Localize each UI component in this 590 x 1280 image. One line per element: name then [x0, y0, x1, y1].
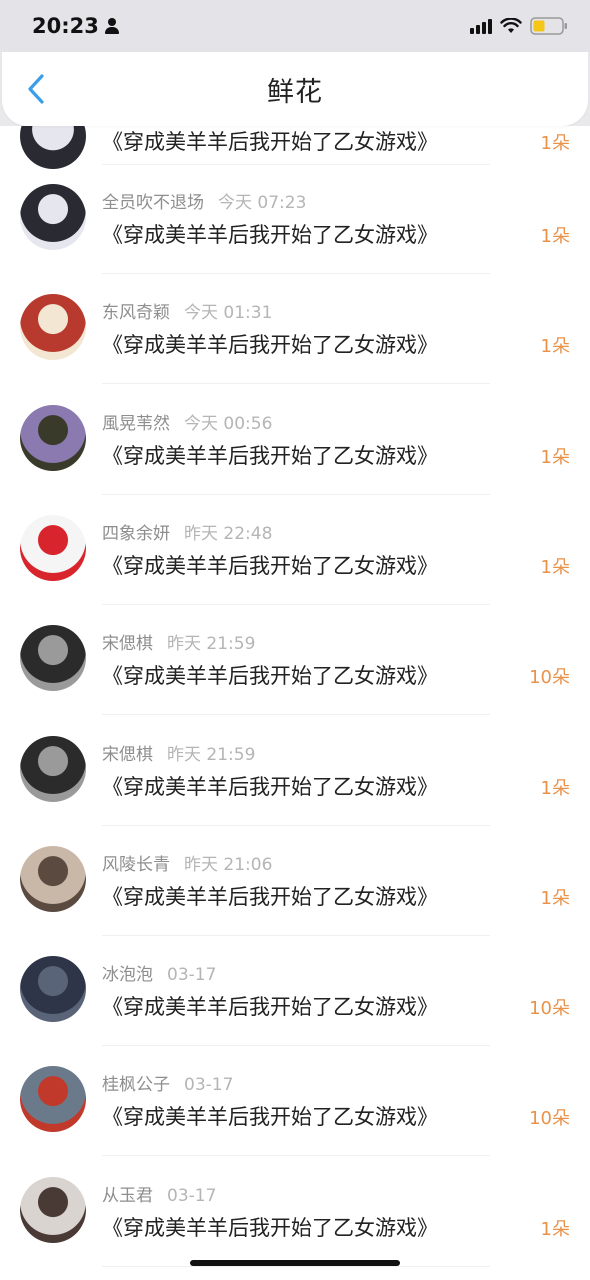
avatar[interactable] — [20, 515, 86, 581]
book-title: 《穿成美羊羊后我开始了乙女游戏》 — [102, 130, 438, 154]
post-time: 今天 01:31 — [184, 303, 273, 323]
post-time: 03-17 — [167, 1186, 217, 1206]
post-time: 昨天 21:59 — [167, 634, 256, 654]
list-item[interactable]: 冰泡泡 03-17 《穿成美羊羊后我开始了乙女游戏》 10朵 — [0, 936, 590, 1046]
avatar[interactable] — [20, 625, 86, 691]
divider — [102, 383, 490, 384]
flower-count: 1朵 — [540, 226, 570, 247]
avatar — [20, 126, 86, 169]
flower-count: 10朵 — [529, 1108, 570, 1129]
user-meta: 冰泡泡 03-17 — [102, 960, 216, 985]
list-item[interactable]: 風晃苇然 今天 00:56 《穿成美羊羊后我开始了乙女游戏》 1朵 — [0, 385, 590, 495]
user-meta: 宋偲棋 昨天 21:59 — [102, 740, 255, 765]
person-icon — [104, 18, 119, 34]
book-title: 《穿成美羊羊后我开始了乙女游戏》 — [102, 775, 438, 799]
battery-icon — [530, 17, 568, 35]
flower-count: 1朵 — [540, 336, 570, 357]
list-item[interactable]: 宋偲棋 昨天 21:59 《穿成美羊羊后我开始了乙女游戏》 1朵 — [0, 716, 590, 826]
post-time: 昨天 21:59 — [167, 745, 256, 765]
flower-count: 1朵 — [540, 778, 570, 799]
page-title: 鲜花 — [267, 76, 323, 108]
list-item[interactable]: 桂枫公子 03-17 《穿成美羊羊后我开始了乙女游戏》 10朵 — [0, 1046, 590, 1156]
divider — [102, 1266, 490, 1267]
list-item[interactable]: 风陵长青 昨天 21:06 《穿成美羊羊后我开始了乙女游戏》 1朵 — [0, 826, 590, 936]
avatar[interactable] — [20, 405, 86, 471]
book-title: 《穿成美羊羊后我开始了乙女游戏》 — [102, 554, 438, 578]
status-time-text: 20:23 — [32, 14, 99, 38]
user-name[interactable]: 四象余妍 — [102, 524, 170, 544]
user-meta: 东风奇颖 今天 01:31 — [102, 298, 272, 323]
avatar[interactable] — [20, 294, 86, 360]
book-title: 《穿成美羊羊后我开始了乙女游戏》 — [102, 444, 438, 468]
wifi-icon — [500, 18, 522, 34]
book-title: 《穿成美羊羊后我开始了乙女游戏》 — [102, 223, 438, 247]
user-name[interactable]: 宋偲棋 — [102, 634, 153, 654]
avatar[interactable] — [20, 846, 86, 912]
user-meta: 全员吹不退场 今天 07:23 — [102, 188, 306, 213]
user-name[interactable]: 宋偲棋 — [102, 745, 153, 765]
list-item[interactable]: 从玉君 03-17 《穿成美羊羊后我开始了乙女游戏》 1朵 — [0, 1157, 590, 1267]
list-item[interactable]: 全员吹不退场 今天 07:23 《穿成美羊羊后我开始了乙女游戏》 1朵 — [0, 164, 590, 274]
list-item[interactable]: 宋偲棋 昨天 21:59 《穿成美羊羊后我开始了乙女游戏》 10朵 — [0, 605, 590, 715]
flower-count: 10朵 — [529, 998, 570, 1019]
book-title: 《穿成美羊羊后我开始了乙女游戏》 — [102, 1105, 438, 1129]
flower-list: 《穿成美羊羊后我开始了乙女游戏》 1朵 全员吹不退场 今天 07:23 《穿成美羊羊… — [0, 126, 590, 1280]
flower-count: 1朵 — [540, 447, 570, 468]
user-meta: 从玉君 03-17 — [102, 1181, 216, 1206]
post-time: 今天 00:56 — [184, 414, 273, 434]
flower-count: 1朵 — [540, 1219, 570, 1240]
avatar[interactable] — [20, 184, 86, 250]
status-bar: 20:23 — [0, 0, 590, 52]
user-meta: 風晃苇然 今天 00:56 — [102, 409, 272, 434]
divider — [102, 714, 490, 715]
navigation-bar: 鲜花 — [2, 52, 588, 126]
post-time: 03-17 — [167, 965, 217, 985]
book-title: 《穿成美羊羊后我开始了乙女游戏》 — [102, 995, 438, 1019]
user-name[interactable]: 东风奇颖 — [102, 303, 170, 323]
status-time: 20:23 — [32, 14, 119, 38]
list-item[interactable]: 东风奇颖 今天 01:31 《穿成美羊羊后我开始了乙女游戏》 1朵 — [0, 274, 590, 384]
divider — [102, 1155, 490, 1156]
list-item[interactable]: 四象余妍 昨天 22:48 《穿成美羊羊后我开始了乙女游戏》 1朵 — [0, 495, 590, 605]
avatar[interactable] — [20, 956, 86, 1022]
back-arrow-icon — [28, 74, 44, 104]
status-indicators — [470, 17, 568, 35]
flower-count: 10朵 — [529, 667, 570, 688]
back-button[interactable] — [18, 70, 54, 108]
book-title: 《穿成美羊羊后我开始了乙女游戏》 — [102, 333, 438, 357]
user-name[interactable]: 全员吹不退场 — [102, 193, 204, 213]
avatar[interactable] — [20, 1066, 86, 1132]
book-title: 《穿成美羊羊后我开始了乙女游戏》 — [102, 885, 438, 909]
post-time: 03-17 — [184, 1075, 234, 1095]
user-name[interactable]: 风陵长青 — [102, 855, 170, 875]
flower-count: 1朵 — [540, 133, 570, 154]
user-name[interactable]: 从玉君 — [102, 1186, 153, 1206]
avatar[interactable] — [20, 736, 86, 802]
user-meta: 四象余妍 昨天 22:48 — [102, 519, 272, 544]
user-meta: 桂枫公子 03-17 — [102, 1070, 233, 1095]
user-name[interactable]: 桂枫公子 — [102, 1075, 170, 1095]
book-title: 《穿成美羊羊后我开始了乙女游戏》 — [102, 1216, 438, 1240]
flower-count: 1朵 — [540, 888, 570, 909]
post-time: 今天 07:23 — [218, 193, 307, 213]
user-meta: 宋偲棋 昨天 21:59 — [102, 629, 255, 654]
flower-count: 1朵 — [540, 557, 570, 578]
home-indicator[interactable] — [190, 1260, 400, 1266]
post-time: 昨天 21:06 — [184, 855, 273, 875]
signal-icon — [470, 18, 492, 34]
user-name[interactable]: 風晃苇然 — [102, 414, 170, 434]
user-meta: 风陵长青 昨天 21:06 — [102, 850, 272, 875]
book-title: 《穿成美羊羊后我开始了乙女游戏》 — [102, 664, 438, 688]
user-name[interactable]: 冰泡泡 — [102, 965, 153, 985]
post-time: 昨天 22:48 — [184, 524, 273, 544]
avatar[interactable] — [20, 1177, 86, 1243]
